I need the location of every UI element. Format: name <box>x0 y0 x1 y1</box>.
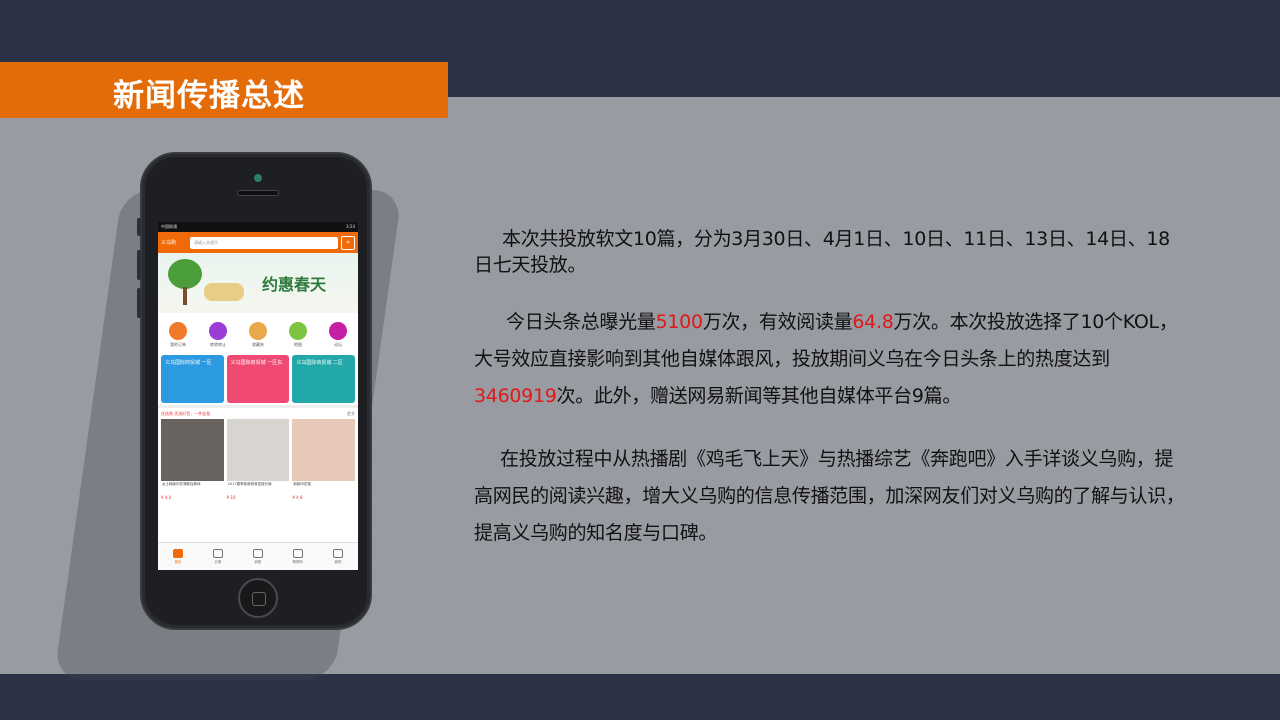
orders-icon <box>169 322 187 340</box>
section-header: 优选购 优选好货，一件起批 更多 <box>158 405 358 419</box>
paragraph-2: 今日头条总曝光量5100万次，有效阅读量64.8万次。本次投放选择了10个KOL… <box>474 311 1178 407</box>
home-icon <box>172 548 183 558</box>
product-caption: 2017春季新款修身显瘦长裤 <box>227 482 272 486</box>
product-image <box>226 419 290 481</box>
market-card-district-1[interactable]: 义乌国际商贸城 一区 <box>161 355 224 403</box>
forum-icon <box>329 322 347 340</box>
quick-icon-map[interactable]: 地图 <box>289 322 307 348</box>
product-card[interactable]: 2017春季新款修身显瘦长裤 ¥ 16 <box>226 419 290 500</box>
mute-switch <box>137 218 141 236</box>
tab-cart[interactable]: 购物车 <box>292 548 303 565</box>
product-caption: 新款印花毯 <box>293 482 311 486</box>
quick-icons-row: 我的订单 转转转让 收藏夹 地图 论坛 <box>158 313 358 353</box>
phone-screen: 中国联通 3:24 义乌购 请输入关键字 ⌗ 约惠春天 我的订单 转转转让 收藏… <box>158 222 358 570</box>
speaker-grille <box>237 190 279 196</box>
slide-title: 新闻传播总述 <box>113 78 305 114</box>
tab-category[interactable]: 分类 <box>212 548 223 565</box>
user-icon <box>333 548 343 558</box>
tree-graphic <box>168 259 202 289</box>
home-button <box>238 578 278 618</box>
transfer-icon <box>209 322 227 340</box>
market-card-district-2[interactable]: 义乌国际商贸城 二区 <box>292 355 356 403</box>
body-text: 本次共投放软文10篇，分为3月30日、4月1日、10日、11日、13日、14日、… <box>474 226 1186 578</box>
camera-icon <box>254 174 262 182</box>
quick-icon-orders[interactable]: 我的订单 <box>169 322 187 348</box>
paragraph-1: 本次共投放软文10篇，分为3月30日、4月1日、10日、11日、13日、14日、… <box>474 228 1170 276</box>
product-price: ¥ 16 <box>226 495 236 500</box>
quick-icon-forum[interactable]: 论坛 <box>329 322 347 348</box>
chat-icon <box>252 548 263 558</box>
volume-up-button <box>137 250 141 280</box>
section-label: 优选购 优选好货，一件起批 <box>161 410 211 416</box>
heat-value: 3460919 <box>474 385 557 407</box>
bottom-band <box>0 674 1280 720</box>
banner-text: 约惠春天 <box>262 275 327 294</box>
product-image <box>161 419 224 481</box>
product-card[interactable]: 女士韩版印花薄款连裤袜 ¥ 4.0 <box>161 419 224 500</box>
cart-icon <box>292 548 303 558</box>
product-caption: 女士韩版印花薄款连裤袜 <box>162 482 201 486</box>
market-card-district-1-east[interactable]: 义乌国际商贸城 一区东 <box>226 355 290 403</box>
paragraph-3: 在投放过程中从热播剧《鸡毛飞上天》与热播综艺《奔跑吧》入手详谈义乌购，提高网民的… <box>474 448 1185 544</box>
app-logo: 义乌购 <box>161 240 177 246</box>
clock-label: 3:24 <box>346 224 355 229</box>
product-card[interactable]: 新款印花毯 ¥ 4.8 <box>292 419 356 500</box>
promo-banner[interactable]: 约惠春天 <box>158 253 358 313</box>
volume-down-button <box>137 288 141 318</box>
phone-mockup: 中国联通 3:24 义乌购 请输入关键字 ⌗ 约惠春天 我的订单 转转转让 收藏… <box>137 152 372 630</box>
search-input[interactable]: 请输入关键字 <box>190 236 338 249</box>
tab-home[interactable]: 首页 <box>172 548 183 565</box>
tab-profile[interactable]: 我的 <box>333 548 343 565</box>
quick-icon-favorites[interactable]: 收藏夹 <box>249 322 267 348</box>
product-price: ¥ 4.0 <box>161 495 172 500</box>
tab-bar: 首页 分类 消息 购物车 我的 <box>158 542 358 570</box>
app-header: 义乌购 请输入关键字 ⌗ <box>158 232 358 253</box>
tree-trunk-graphic <box>183 287 187 305</box>
product-price: ¥ 4.8 <box>292 495 303 500</box>
section-more-link[interactable]: 更多 <box>347 411 355 417</box>
market-cards: 义乌国际商贸城 一区 义乌国际商贸城 一区东 义乌国际商贸城 二区 <box>158 353 358 405</box>
carrier-label: 中国联通 <box>161 224 177 229</box>
quick-icon-transfer[interactable]: 转转转让 <box>209 322 227 348</box>
reads-value: 64.8 <box>852 311 894 333</box>
product-grid: 女士韩版印花薄款连裤袜 ¥ 4.0 2017春季新款修身显瘦长裤 ¥ 16 新款… <box>158 419 358 500</box>
product-image <box>292 419 356 481</box>
exposure-value: 5100 <box>655 311 703 333</box>
status-bar: 中国联通 3:24 <box>158 222 358 232</box>
favorites-icon <box>249 322 267 340</box>
search-icon <box>212 548 223 558</box>
scan-icon[interactable]: ⌗ <box>341 235 355 250</box>
title-banner: 新闻传播总述 <box>0 62 448 118</box>
tab-messages[interactable]: 消息 <box>252 548 263 565</box>
children-graphic <box>204 283 244 301</box>
map-icon <box>289 322 307 340</box>
